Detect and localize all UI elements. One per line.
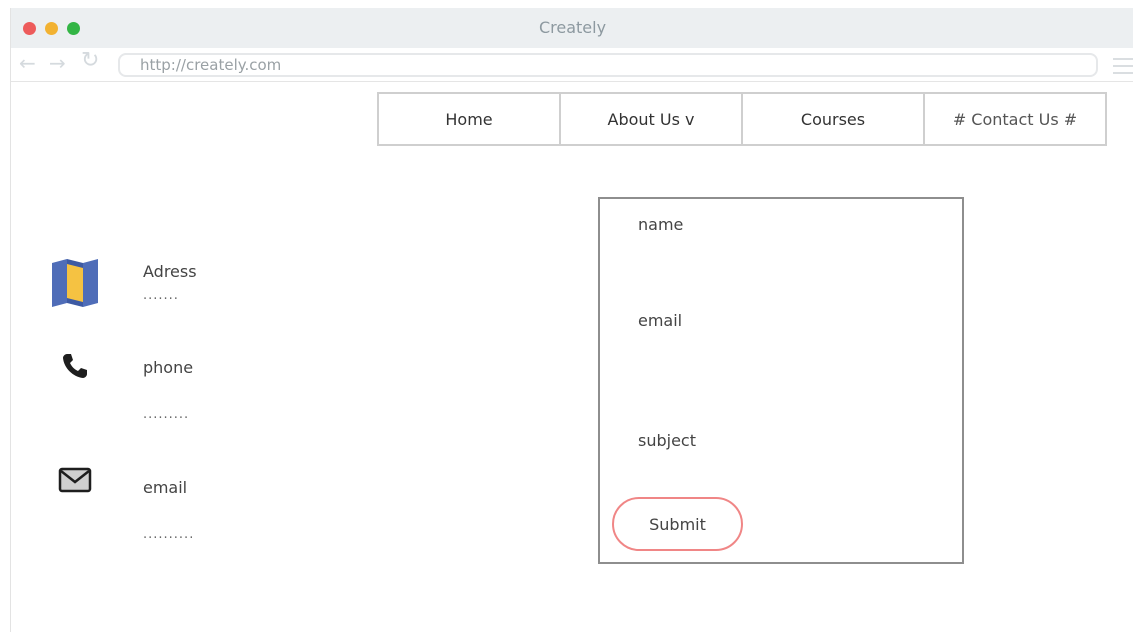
contact-form: name email subject Submit — [598, 197, 964, 564]
phone-label: phone — [143, 358, 194, 377]
menu-item-home[interactable]: Home — [379, 94, 561, 144]
address-value: ....... — [143, 288, 179, 303]
reload-icon[interactable]: ↻ — [81, 50, 99, 72]
form-name-field[interactable]: name — [638, 215, 683, 234]
forward-arrow-icon[interactable]: → — [49, 53, 66, 73]
envelope-icon — [50, 466, 100, 494]
url-input[interactable]: http://creately.com — [118, 53, 1098, 77]
menu-item-courses[interactable]: Courses — [743, 94, 925, 144]
submit-button[interactable]: Submit — [612, 497, 743, 551]
back-arrow-icon[interactable]: ← — [19, 53, 36, 73]
address-label: Adress — [143, 262, 197, 281]
form-subject-field[interactable]: subject — [638, 431, 696, 450]
title-bar: Creately — [11, 8, 1133, 48]
menu-item-about-us[interactable]: About Us v — [561, 94, 743, 144]
map-icon — [50, 258, 100, 308]
phone-value: ......... — [143, 407, 190, 422]
hamburger-menu-icon[interactable] — [1113, 58, 1133, 79]
main-nav-menu: Home About Us v Courses # Contact Us # — [377, 92, 1107, 146]
email-label: email — [143, 478, 188, 497]
address-bar: ← → ↻ http://creately.com — [11, 48, 1133, 82]
form-email-field[interactable]: email — [638, 311, 682, 330]
phone-icon — [50, 352, 100, 380]
email-value: .......... — [143, 527, 195, 542]
window-title: Creately — [538, 18, 607, 37]
menu-item-contact-us[interactable]: # Contact Us # — [925, 94, 1105, 144]
